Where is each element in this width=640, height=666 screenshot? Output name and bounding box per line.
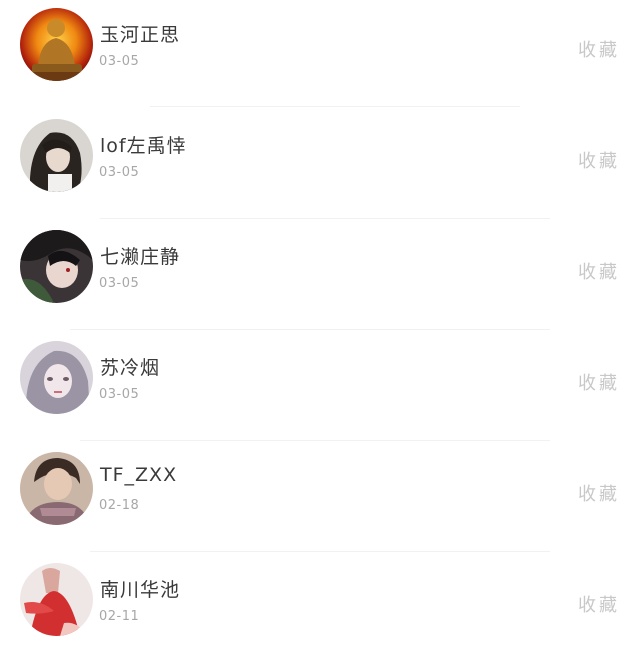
date-label: 03-05 — [99, 387, 140, 402]
divider — [90, 551, 550, 552]
list-item[interactable]: TF_ZXX 02-18 收藏 — [0, 444, 640, 555]
user-name[interactable]: lof左禹悻 — [100, 131, 187, 158]
collect-button[interactable]: 收藏 — [578, 258, 620, 284]
avatar[interactable] — [20, 8, 93, 81]
divider — [80, 440, 550, 441]
divider — [150, 106, 520, 107]
user-name[interactable]: 玉河正思 — [100, 20, 180, 47]
list-item[interactable]: lof左禹悻 03-05 收藏 — [0, 111, 640, 222]
boy-avatar-image — [20, 452, 93, 525]
user-name[interactable]: 苏冷烟 — [100, 353, 160, 380]
buddha-avatar-image — [20, 8, 93, 81]
collect-button[interactable]: 收藏 — [578, 591, 620, 617]
divider — [70, 329, 550, 330]
anime-avatar-image — [20, 230, 93, 303]
collect-button[interactable]: 收藏 — [578, 369, 620, 395]
list-item[interactable]: 七濑庄静 03-05 收藏 — [0, 222, 640, 333]
user-name[interactable]: TF_ZXX — [100, 464, 177, 486]
avatar[interactable] — [20, 452, 93, 525]
list-item[interactable]: 南川华池 02-11 收藏 — [0, 555, 640, 666]
date-label: 02-18 — [99, 498, 140, 513]
collect-button[interactable]: 收藏 — [578, 480, 620, 506]
red-dress-avatar-image — [20, 563, 93, 636]
avatar[interactable] — [20, 230, 93, 303]
user-name[interactable]: 七濑庄静 — [100, 242, 180, 269]
collect-button[interactable]: 收藏 — [578, 36, 620, 62]
collect-button[interactable]: 收藏 — [578, 147, 620, 173]
date-label: 02-11 — [99, 609, 140, 624]
avatar[interactable] — [20, 119, 93, 192]
date-label: 03-05 — [99, 276, 140, 291]
avatar[interactable] — [20, 563, 93, 636]
user-name[interactable]: 南川华池 — [100, 575, 180, 602]
avatar[interactable] — [20, 341, 93, 414]
collector-list: 玉河正思 03-05 收藏 lof左禹悻 03-05 收藏 七濑庄静 03-05… — [0, 0, 640, 644]
divider — [100, 218, 550, 219]
date-label: 03-05 — [99, 165, 140, 180]
pale-girl-avatar-image — [20, 341, 93, 414]
date-label: 03-05 — [99, 54, 140, 69]
list-item[interactable]: 苏冷烟 03-05 收藏 — [0, 333, 640, 444]
list-item[interactable]: 玉河正思 03-05 收藏 — [0, 0, 640, 111]
girl-avatar-image — [20, 119, 93, 192]
